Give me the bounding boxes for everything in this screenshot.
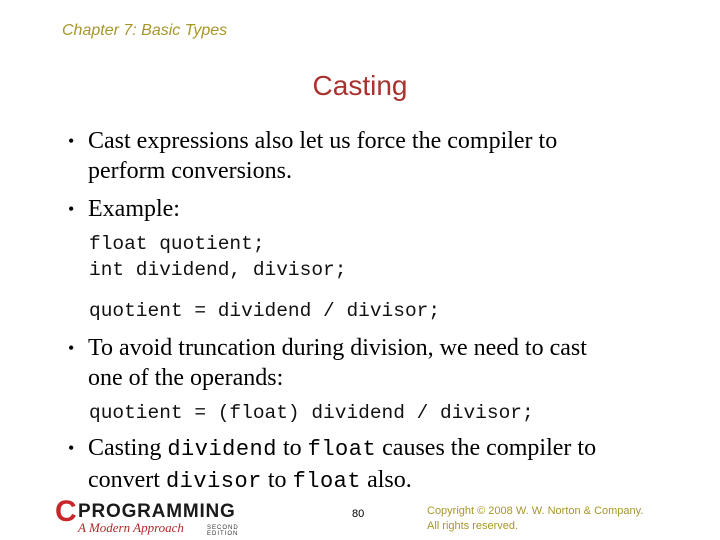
bullet-example: • Example: [68,194,668,224]
bullet-icon: • [68,199,75,219]
book-logo: C PROGRAMMING A Modern Approach SECOND E… [55,495,270,538]
logo-c-letter: C [55,495,77,528]
code-division-statement: quotient = dividend / divisor; [89,300,441,322]
text-run: Casting [88,435,168,461]
chapter-heading: Chapter 7: Basic Types [62,22,228,39]
code-line: int dividend, divisor; [89,259,347,281]
logo-subtitle: A Modern Approach [78,520,184,535]
code-cast-statement: quotient = (float) dividend / divisor; [89,402,534,424]
code-declarations: float quotient; int dividend, divisor; [89,231,346,283]
page-number: 80 [352,508,365,520]
bullet-text-line2: perform conversions. [88,158,292,184]
bullet-text-line1: Casting dividend to float causes the com… [68,433,668,465]
bullet-casting-dividend: • Casting dividend to float causes the c… [68,433,668,497]
code-line: float quotient; [89,233,265,255]
code-term-float: float [292,469,362,494]
text-run: also. [361,467,412,493]
logo-programming-word: PROGRAMMING [78,501,236,522]
text-run: convert [88,467,166,493]
slide-title-text: Casting [312,70,408,101]
copyright-line: All rights reserved. [427,520,519,532]
bullet-avoid-truncation: • To avoid truncation during division, w… [68,333,668,393]
bullet-text-line1: Cast expressions also let us force the c… [88,128,558,154]
bullet-icon: • [68,438,75,458]
slide-title: Casting [0,70,720,102]
text-run: to [261,467,293,493]
bullet-cast-expressions: • Cast expressions also let us force the… [68,126,668,186]
bullet-text-line1: Example: [88,196,180,222]
code-term-dividend: dividend [167,437,277,462]
logo-edition: SECOND EDITION [207,525,239,537]
text-run: causes the compiler to [376,435,597,461]
code-term-divisor: divisor [165,469,262,494]
bullet-text-line2: one of the operands: [88,365,284,391]
text-run: to [276,435,308,461]
copyright-line: Copyright © 2008 W. W. Norton & Company. [427,505,644,517]
bullet-icon: • [68,131,75,151]
bullet-icon: • [68,338,75,358]
code-term-float: float [307,437,377,462]
bullet-text-line1: To avoid truncation during division, we … [88,335,587,361]
copyright-notice: Copyright © 2008 W. W. Norton & Company.… [427,504,643,534]
bullet-text-line2: convert divisor to float also. [68,465,668,497]
